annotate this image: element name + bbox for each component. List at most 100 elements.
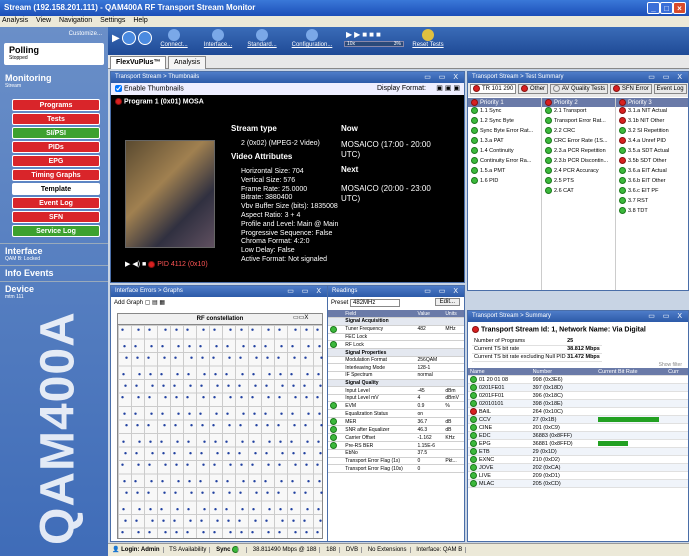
readings-row[interactable]: Pre-RS BER 1.15E-6 — [328, 441, 464, 451]
col-name[interactable]: Name — [468, 367, 531, 377]
interface-header[interactable]: Interface QAM B: Locked — [0, 243, 108, 264]
device-header[interactable]: Device mtm 111 — [0, 281, 108, 302]
readings-row[interactable]: Tuner Frequency 482 MHz — [328, 325, 464, 334]
test-item[interactable]: 2.2 CRC — [542, 127, 615, 137]
program-row[interactable]: CINE 201 (0xC9) — [468, 423, 688, 433]
info-events-header[interactable]: Info Events — [0, 265, 108, 280]
test-item[interactable]: 2.5 PTS — [542, 177, 615, 187]
nav-sfn[interactable]: SFN — [12, 211, 100, 223]
test-item[interactable]: 2.3.a PCR Repetition — [542, 147, 615, 157]
readings-row[interactable]: Signal Properties — [328, 348, 464, 357]
program-row[interactable]: 01 20 01 08 998 (0x3E6) — [468, 375, 688, 385]
readings-row[interactable]: Transport Error Flag (1s) 0 Pkt... — [328, 457, 464, 466]
readings-window-controls[interactable]: ▭ ▭ X — [424, 287, 461, 295]
program-row[interactable]: CCV 27 (0x1B) — [468, 415, 688, 425]
program-row[interactable]: LIVE 209 (0xD1) — [468, 471, 688, 481]
test-item[interactable]: 3.6.b EIT Other — [616, 177, 688, 187]
connect-button[interactable]: Connect... — [156, 29, 192, 48]
graph-settings-icon[interactable]: ▦ — [159, 300, 165, 306]
menu-navigation[interactable]: Navigation — [59, 17, 92, 24]
minimize-icon[interactable]: _ — [647, 2, 660, 14]
program-row[interactable]: 02010101 398 (0x18E) — [468, 399, 688, 409]
test-item[interactable]: 3.5.a SDT Actual — [616, 147, 688, 157]
interface-button[interactable]: Interface... — [198, 29, 238, 48]
readings-row[interactable]: SNR after Equalizer 46.3 dB — [328, 425, 464, 435]
test-item[interactable]: 3.1b NIT Other — [616, 117, 688, 127]
menu-settings[interactable]: Settings — [100, 17, 125, 24]
readings-row[interactable]: EbNo 37.5 — [328, 449, 464, 458]
test-item[interactable]: 3.1.a NIT Actual — [616, 107, 688, 117]
tab-other[interactable]: Other — [518, 84, 549, 95]
tab-event-log[interactable]: Event Log — [653, 84, 687, 95]
customize-link[interactable]: Customize... — [0, 29, 108, 39]
program-row[interactable]: JOVE 202 (0xCA) — [468, 463, 688, 473]
preset-select[interactable]: 482MHz — [350, 299, 401, 307]
add-graph-icon[interactable]: ▢ — [145, 300, 151, 306]
readings-row[interactable]: FEC Lock — [328, 333, 464, 342]
display-format-buttons[interactable]: ▣ ▣ ▣ — [436, 84, 460, 92]
menu-help[interactable]: Help — [133, 17, 147, 24]
test-item[interactable]: 3.8 TDT — [616, 207, 688, 217]
program-row[interactable]: 0201FF01 396 (0x18C) — [468, 391, 688, 401]
col-curr[interactable]: Curr — [666, 367, 688, 377]
standard-button[interactable]: Standard... — [242, 29, 282, 48]
nav-pids[interactable]: PIDs — [12, 141, 100, 153]
test-item[interactable]: 1.2 Sync Byte — [468, 117, 541, 127]
test-item[interactable]: 3.4.a Unref PID — [616, 137, 688, 147]
readings-row[interactable]: Input Level -45 dBm — [328, 386, 464, 395]
program-row[interactable]: EXNC 210 (0xD2) — [468, 455, 688, 465]
menu-analysis[interactable]: Analysis — [2, 17, 28, 24]
nav-event-log[interactable]: Event Log — [12, 197, 100, 209]
rf-constellation-plot[interactable] — [117, 324, 323, 539]
readings-row[interactable]: Signal Acquisition — [328, 317, 464, 326]
test-item[interactable]: 1.1 Sync — [468, 107, 541, 117]
maximize-icon[interactable]: □ — [660, 2, 673, 14]
readings-row[interactable]: RF Lock — [328, 340, 464, 350]
volume-icon[interactable]: ◀) — [132, 261, 140, 268]
back-icon[interactable] — [122, 31, 136, 45]
test-summary-window-controls[interactable]: ▭ ▭ X — [648, 73, 685, 81]
enable-thumbnails-checkbox[interactable] — [115, 85, 122, 92]
program-row[interactable]: EPG 36881 (0x8FFD) — [468, 439, 688, 449]
readings-row[interactable]: EVM 0.9% — [328, 401, 464, 411]
monitoring-header[interactable]: Monitoring Stream — [0, 71, 108, 91]
graph-layout-icon[interactable]: ▤ — [152, 300, 158, 306]
test-item[interactable]: 2.3.b PCR Discontin... — [542, 157, 615, 167]
test-item[interactable]: 2.6 CAT — [542, 187, 615, 197]
program-row[interactable]: EDC 36883 (0x8FFF) — [468, 431, 688, 441]
test-item[interactable]: 1.5.a PMT — [468, 167, 541, 177]
nav-service-log[interactable]: Service Log — [12, 225, 100, 237]
test-item[interactable]: Transport Error Rat... — [542, 117, 615, 127]
nav-programs[interactable]: Programs — [12, 99, 100, 111]
panel-window-controls[interactable]: ▭ ▭ X — [424, 73, 461, 81]
configuration-button[interactable]: Configuration... — [286, 29, 338, 48]
test-item[interactable]: 3.7 RST — [616, 197, 688, 207]
readings-row[interactable]: Carrier Offset -1.162 KHz — [328, 433, 464, 443]
test-item[interactable]: 3.2 SI Repetition — [616, 127, 688, 137]
test-item[interactable]: CRC Error Rate (1S... — [542, 137, 615, 147]
nav-tests[interactable]: Tests — [12, 113, 100, 125]
tab-tr101290[interactable]: TR 101 290 — [470, 84, 517, 95]
tab-av-quality[interactable]: AV Quality Tests — [549, 84, 609, 95]
readings-row[interactable]: MER 36.7 dB — [328, 417, 464, 427]
test-item[interactable]: Continuity Error Ra... — [468, 157, 541, 167]
program-row[interactable]: BAIL 264 (0x10C) — [468, 407, 688, 417]
readings-row[interactable]: Equalization Status on — [328, 409, 464, 419]
graphs-window-controls[interactable]: ▭ ▭ X — [287, 287, 324, 295]
test-item[interactable]: 1.3.a PAT — [468, 137, 541, 147]
readings-row[interactable]: Signal Quality — [328, 379, 464, 388]
stop-icon[interactable]: ■ — [142, 261, 146, 268]
test-item[interactable]: 3.6.c EIT PF — [616, 187, 688, 197]
program-row[interactable]: ETB 29 (0x1D) — [468, 447, 688, 457]
test-item[interactable]: 1.4 Continuity — [468, 147, 541, 157]
readings-row[interactable]: Modulation Format 256QAM — [328, 356, 464, 365]
readings-row[interactable]: Interleaving Mode 128-1 — [328, 363, 464, 373]
playback-controls[interactable]: ▶▶■■■ — [346, 30, 396, 39]
tab-analysis[interactable]: Analysis — [168, 56, 207, 69]
program-row[interactable]: 0201FE01 397 (0x18D) — [468, 383, 688, 393]
forward-icon[interactable] — [138, 31, 152, 45]
col-number[interactable]: Number — [530, 367, 597, 377]
col-bitrate[interactable]: Current Bit Rate — [596, 367, 667, 377]
tab-flexvu[interactable]: FlexVuPlus™ — [110, 56, 167, 69]
video-thumbnail[interactable] — [125, 140, 215, 248]
